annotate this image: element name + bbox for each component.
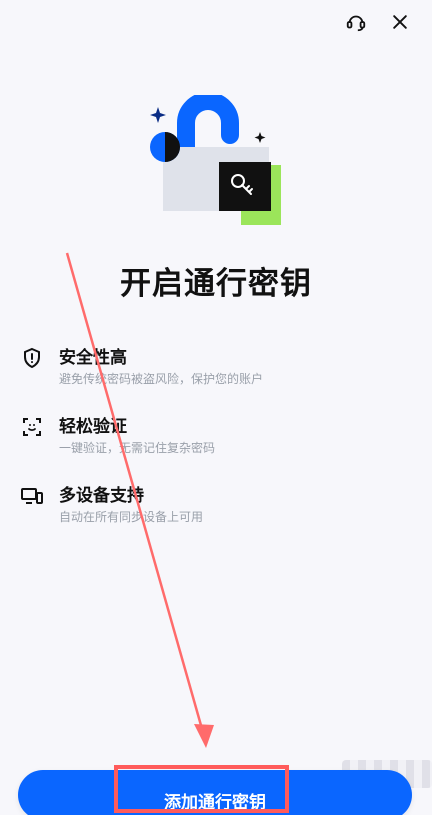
feature-title: 轻松验证	[59, 417, 127, 437]
feature-title: 安全性高	[59, 348, 127, 368]
top-action-bar	[342, 8, 414, 36]
devices-icon	[20, 484, 44, 508]
feature-description: 一键验证，无需记住复杂密码	[59, 441, 216, 455]
passkey-illustration	[148, 92, 288, 225]
face-scan-icon	[20, 415, 44, 439]
close-icon[interactable]	[386, 8, 414, 36]
feature-description: 避免传统密码被盗风险，保护您的账户	[59, 372, 264, 386]
feature-title: 多设备支持	[59, 486, 144, 506]
headset-icon[interactable]	[342, 8, 370, 36]
button-highlight	[114, 765, 289, 813]
feature-multi-device: 多设备支持 自动在所有同步设备上可用	[20, 481, 400, 550]
page-title: 开启通行密钥	[120, 266, 312, 302]
feature-description: 自动在所有同步设备上可用	[59, 510, 204, 524]
feature-easy-verify: 轻松验证 一键验证，无需记住复杂密码	[20, 412, 400, 481]
feature-security: 安全性高 避免传统密码被盗风险，保护您的账户	[20, 343, 400, 412]
passkey-setup-screen: 开启通行密钥 安全性高 避免传统密码被盗风险，保护您的账户 轻松验证 一键验证，…	[0, 0, 432, 815]
shield-icon	[20, 346, 44, 370]
feature-list: 安全性高 避免传统密码被盗风险，保护您的账户 轻松验证 一键验证，无需记住复杂密…	[20, 343, 400, 550]
